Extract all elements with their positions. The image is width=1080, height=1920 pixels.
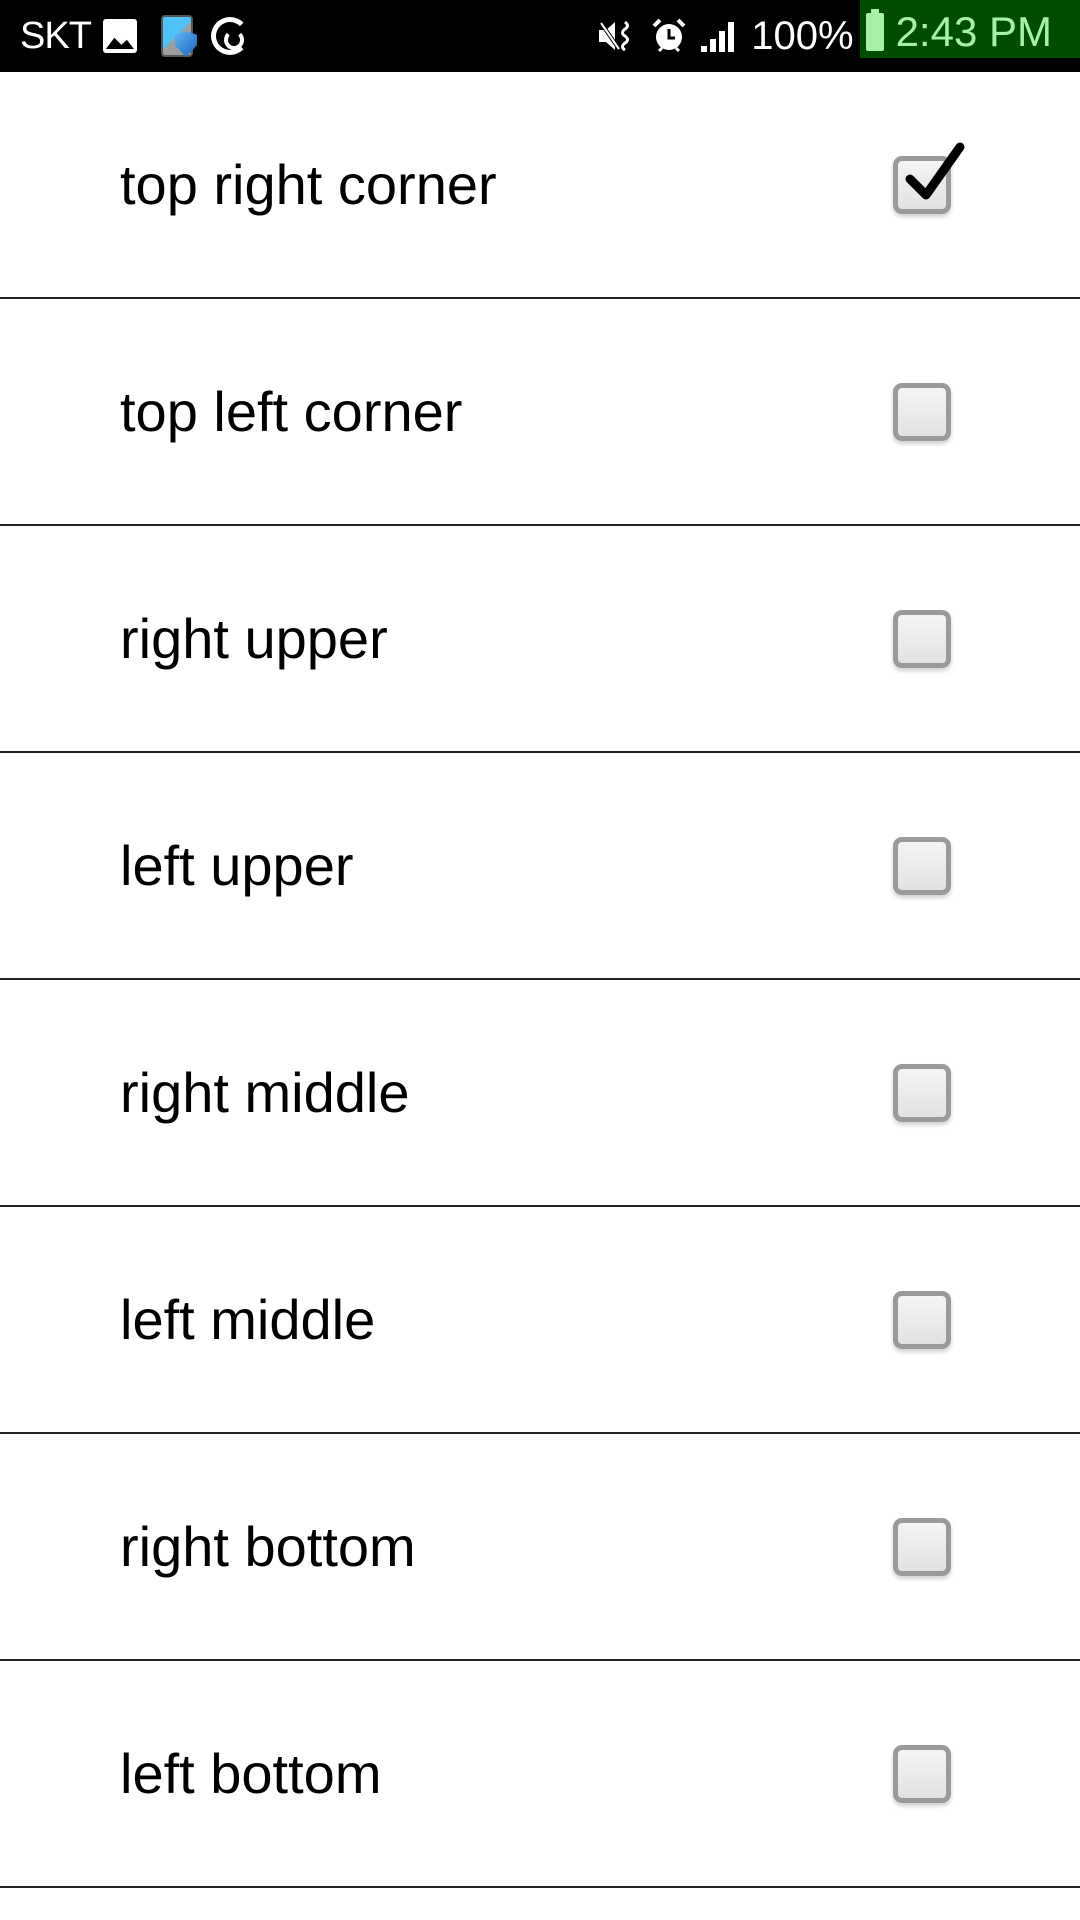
list-item[interactable]: left middle — [0, 1207, 1080, 1434]
list-item[interactable]: right bottom — [0, 1434, 1080, 1661]
list-item[interactable]: top left corner — [0, 299, 1080, 526]
checkbox-right-bottom[interactable] — [893, 1518, 951, 1576]
status-right: 100% 2:43 PM — [597, 0, 1080, 72]
list-item-label: top right corner — [120, 153, 497, 216]
list-item-label: left upper — [120, 834, 354, 897]
checkbox-right-middle[interactable] — [893, 1064, 951, 1122]
list-item-label: right bottom — [120, 1515, 416, 1578]
list-item[interactable]: right middle — [0, 980, 1080, 1207]
security-shield-icon — [160, 15, 193, 57]
battery-full-icon — [865, 9, 884, 51]
checkbox-left-bottom[interactable] — [893, 1745, 951, 1803]
status-bar: SKT 100% 2:43 PM — [0, 0, 1080, 72]
signal-icon — [701, 20, 737, 52]
carrier-label: SKT — [20, 14, 92, 57]
status-left: SKT — [20, 0, 249, 72]
checkbox-top-right-corner[interactable] — [893, 142, 965, 214]
checkbox-right-upper[interactable] — [893, 610, 951, 668]
list-item-label: top left corner — [120, 380, 463, 443]
check-icon — [905, 142, 965, 200]
list-item[interactable]: left upper — [0, 753, 1080, 980]
sync-icon — [210, 17, 249, 55]
mute-vibrate-icon — [597, 19, 637, 53]
list-item[interactable]: right upper — [0, 526, 1080, 753]
list-item-label: right middle — [120, 1061, 410, 1124]
battery-percent: 100% — [751, 13, 854, 58]
list-item-label: left bottom — [120, 1742, 382, 1805]
gallery-icon — [102, 19, 137, 53]
checkbox-list: top right corner top left corner right u… — [0, 72, 1080, 1888]
checkbox-left-middle[interactable] — [893, 1291, 951, 1349]
checkbox-top-left-corner[interactable] — [893, 383, 951, 441]
list-item[interactable]: left bottom — [0, 1661, 1080, 1888]
clock: 2:43 PM — [895, 8, 1052, 55]
list-item-label: right upper — [120, 607, 388, 670]
alarm-icon — [651, 18, 687, 54]
list-item-label: left middle — [120, 1288, 376, 1351]
clock-block: 2:43 PM — [859, 0, 1080, 58]
list-item[interactable]: top right corner — [0, 72, 1080, 299]
checkbox-left-upper[interactable] — [893, 837, 951, 895]
